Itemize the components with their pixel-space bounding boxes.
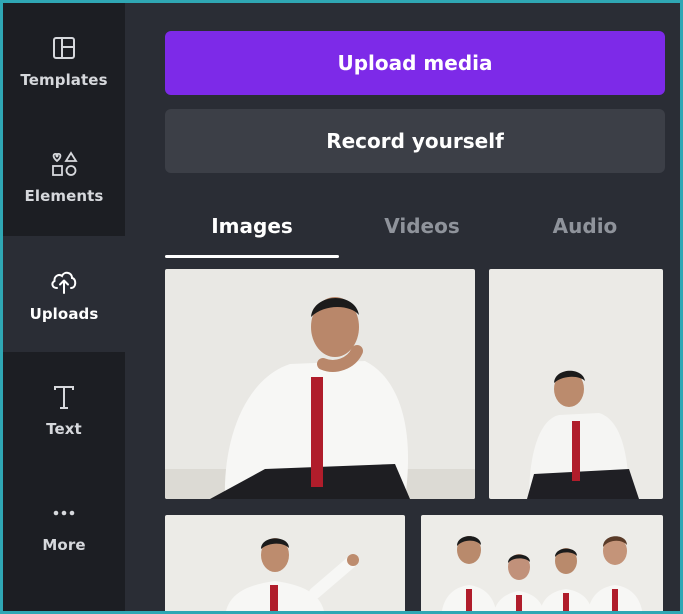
- sidebar-item-text[interactable]: Text: [3, 352, 125, 466]
- sidebar-item-label: Elements: [24, 187, 104, 205]
- uploaded-image-thumbnail[interactable]: [165, 269, 475, 499]
- tab-videos[interactable]: Videos: [339, 193, 505, 259]
- sidebar-item-uploads[interactable]: Uploads: [3, 236, 125, 352]
- uploaded-image-thumbnail[interactable]: [489, 269, 663, 499]
- sidebar-item-label: More: [42, 536, 86, 554]
- uploads-panel-window: Templates Elements Uploads Text More Upl…: [0, 0, 683, 614]
- uploaded-image-thumbnail[interactable]: [165, 515, 405, 611]
- active-tab-indicator: [165, 255, 339, 258]
- sidebar-item-elements[interactable]: Elements: [3, 119, 125, 233]
- sidebar-item-label: Text: [46, 420, 82, 438]
- elements-icon: [47, 147, 81, 181]
- side-navigation: Templates Elements Uploads Text More: [3, 3, 125, 611]
- upload-cloud-icon: [47, 265, 81, 299]
- record-yourself-button[interactable]: Record yourself: [165, 109, 665, 173]
- sidebar-item-label: Templates: [20, 71, 108, 89]
- templates-icon: [47, 31, 81, 65]
- tab-audio[interactable]: Audio: [505, 193, 665, 259]
- text-icon: [47, 380, 81, 414]
- uploads-panel: Upload media Record yourself Images Vide…: [125, 3, 680, 611]
- more-dots-icon: [47, 496, 81, 530]
- sidebar-item-more[interactable]: More: [3, 468, 125, 582]
- upload-media-button[interactable]: Upload media: [165, 31, 665, 95]
- sidebar-item-label: Uploads: [29, 305, 99, 323]
- tab-images[interactable]: Images: [165, 193, 339, 259]
- sidebar-item-templates[interactable]: Templates: [3, 3, 125, 117]
- media-type-tabs: Images Videos Audio: [165, 193, 665, 259]
- uploaded-image-thumbnail[interactable]: [421, 515, 663, 611]
